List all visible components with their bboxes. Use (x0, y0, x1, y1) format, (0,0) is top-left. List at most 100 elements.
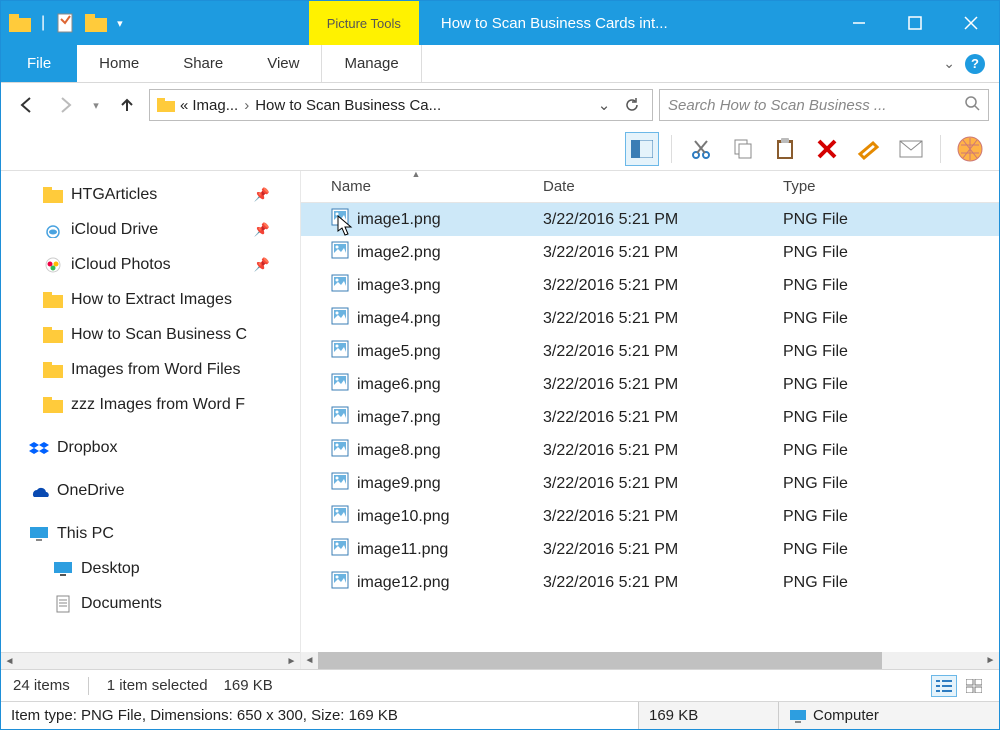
iphotos-icon (43, 255, 63, 275)
breadcrumb-1[interactable]: Imag... (192, 97, 238, 114)
file-row[interactable]: image11.png3/22/2016 5:21 PMPNG File (301, 533, 999, 566)
status-bar: 24 items 1 item selected 169 KB (1, 669, 999, 701)
qat-newfolder-icon[interactable] (83, 10, 109, 36)
file-name: image12.png (357, 574, 450, 592)
thumbnails-view-button[interactable] (961, 675, 987, 697)
file-row[interactable]: image6.png3/22/2016 5:21 PMPNG File (301, 368, 999, 401)
nav-item[interactable]: Documents (1, 586, 300, 621)
nav-item[interactable]: iCloud Drive📌 (1, 212, 300, 247)
preview-pane-button[interactable] (625, 132, 659, 166)
file-name: image5.png (357, 343, 441, 361)
breadcrumb-sep-icon[interactable]: › (242, 97, 251, 114)
file-date: 3/22/2016 5:21 PM (531, 376, 771, 394)
ribbon-tabs: File Home Share View Manage ⌄ ? (1, 45, 999, 83)
breadcrumb-2[interactable]: How to Scan Business Ca... (255, 97, 441, 114)
column-type[interactable]: Type (771, 171, 999, 202)
nav-item[interactable]: iCloud Photos📌 (1, 247, 300, 282)
nav-horizontal-scrollbar[interactable]: ◄ ► (1, 652, 300, 669)
nav-item-label: How to Extract Images (71, 291, 232, 309)
nav-item[interactable]: Images from Word Files (1, 352, 300, 387)
file-row[interactable]: image5.png3/22/2016 5:21 PMPNG File (301, 335, 999, 368)
nav-item[interactable]: OneDrive (1, 473, 300, 508)
copy-button[interactable] (726, 132, 760, 166)
file-type: PNG File (771, 277, 999, 295)
forward-button[interactable] (49, 89, 81, 121)
file-row[interactable]: image7.png3/22/2016 5:21 PMPNG File (301, 401, 999, 434)
delete-button[interactable] (810, 132, 844, 166)
minimize-button[interactable] (831, 1, 887, 45)
nav-item[interactable]: How to Scan Business C (1, 317, 300, 352)
file-row[interactable]: image3.png3/22/2016 5:21 PMPNG File (301, 269, 999, 302)
sort-indicator-icon: ▲ (412, 171, 421, 179)
up-button[interactable] (111, 89, 143, 121)
file-type: PNG File (771, 244, 999, 262)
recent-dropdown-icon[interactable]: ▾ (87, 89, 105, 121)
tab-manage[interactable]: Manage (321, 45, 421, 82)
file-horizontal-scrollbar[interactable]: ◄► (301, 652, 999, 669)
help-icon[interactable]: ? (965, 54, 985, 74)
file-row[interactable]: image8.png3/22/2016 5:21 PMPNG File (301, 434, 999, 467)
address-dropdown-icon[interactable]: ⌄ (590, 90, 618, 120)
qat-properties-icon[interactable] (53, 10, 79, 36)
file-row[interactable]: image10.png3/22/2016 5:21 PMPNG File (301, 500, 999, 533)
file-type: PNG File (771, 409, 999, 427)
column-date[interactable]: Date (531, 171, 771, 202)
nav-item[interactable]: zzz Images from Word F (1, 387, 300, 422)
file-row[interactable]: image1.png3/22/2016 5:21 PMPNG File (301, 203, 999, 236)
file-row[interactable]: image12.png3/22/2016 5:21 PMPNG File (301, 566, 999, 599)
breadcrumb-overflow[interactable]: « (180, 97, 188, 114)
nav-item-label: OneDrive (57, 482, 125, 500)
pin-icon: 📌 (254, 187, 270, 203)
paste-button[interactable] (768, 132, 802, 166)
column-name-label: Name (331, 178, 371, 195)
status-selection-size: 169 KB (224, 677, 273, 694)
search-box[interactable]: Search How to Scan Business ... (659, 89, 989, 121)
file-row[interactable]: image2.png3/22/2016 5:21 PMPNG File (301, 236, 999, 269)
file-list[interactable]: image1.png3/22/2016 5:21 PMPNG Fileimage… (301, 203, 999, 652)
nav-item[interactable]: This PC (1, 516, 300, 551)
image-file-icon (331, 538, 349, 561)
rename-button[interactable] (852, 132, 886, 166)
image-file-icon (331, 307, 349, 330)
tab-share[interactable]: Share (161, 45, 245, 82)
address-bar[interactable]: « Imag... › How to Scan Business Ca... ⌄ (149, 89, 653, 121)
column-name[interactable]: ▲ Name (301, 171, 531, 202)
file-name: image6.png (357, 376, 441, 394)
nav-item-label: Images from Word Files (71, 361, 241, 379)
window-title: How to Scan Business Cards int... (419, 1, 831, 45)
desktop-icon (53, 559, 73, 579)
explorer-icon[interactable] (7, 10, 33, 36)
ribbon-context-picture-tools[interactable]: Picture Tools (309, 1, 419, 45)
refresh-button[interactable] (618, 90, 646, 120)
column-type-label: Type (783, 178, 816, 195)
file-name: image4.png (357, 310, 441, 328)
status-selection-count: 1 item selected (107, 677, 208, 694)
back-button[interactable] (11, 89, 43, 121)
qat-dropdown-icon[interactable]: ▾ (113, 17, 123, 30)
file-type: PNG File (771, 541, 999, 559)
navigation-pane[interactable]: HTGArticles📌iCloud Drive📌iCloud Photos📌 H… (1, 171, 301, 652)
file-name: image3.png (357, 277, 441, 295)
details-view-button[interactable] (931, 675, 957, 697)
nav-item[interactable]: Desktop (1, 551, 300, 586)
image-file-icon (331, 505, 349, 528)
tab-home[interactable]: Home (77, 45, 161, 82)
maximize-button[interactable] (887, 1, 943, 45)
info-tooltip: Item type: PNG File, Dimensions: 650 x 3… (1, 702, 639, 729)
image-file-icon (331, 241, 349, 264)
shell-icon[interactable] (953, 132, 987, 166)
close-button[interactable] (943, 1, 999, 45)
tab-file[interactable]: File (1, 45, 77, 82)
nav-item[interactable]: How to Extract Images (1, 282, 300, 317)
file-row[interactable]: image9.png3/22/2016 5:21 PMPNG File (301, 467, 999, 500)
quick-access-toolbar: | ▾ (1, 1, 129, 45)
nav-item[interactable]: Dropbox (1, 430, 300, 465)
nav-item[interactable]: HTGArticles📌 (1, 177, 300, 212)
folder-icon (43, 395, 63, 415)
tab-view[interactable]: View (245, 45, 321, 82)
ribbon-collapse-icon[interactable]: ⌄ (943, 55, 955, 72)
file-name: image2.png (357, 244, 441, 262)
email-button[interactable] (894, 132, 928, 166)
file-row[interactable]: image4.png3/22/2016 5:21 PMPNG File (301, 302, 999, 335)
cut-button[interactable] (684, 132, 718, 166)
